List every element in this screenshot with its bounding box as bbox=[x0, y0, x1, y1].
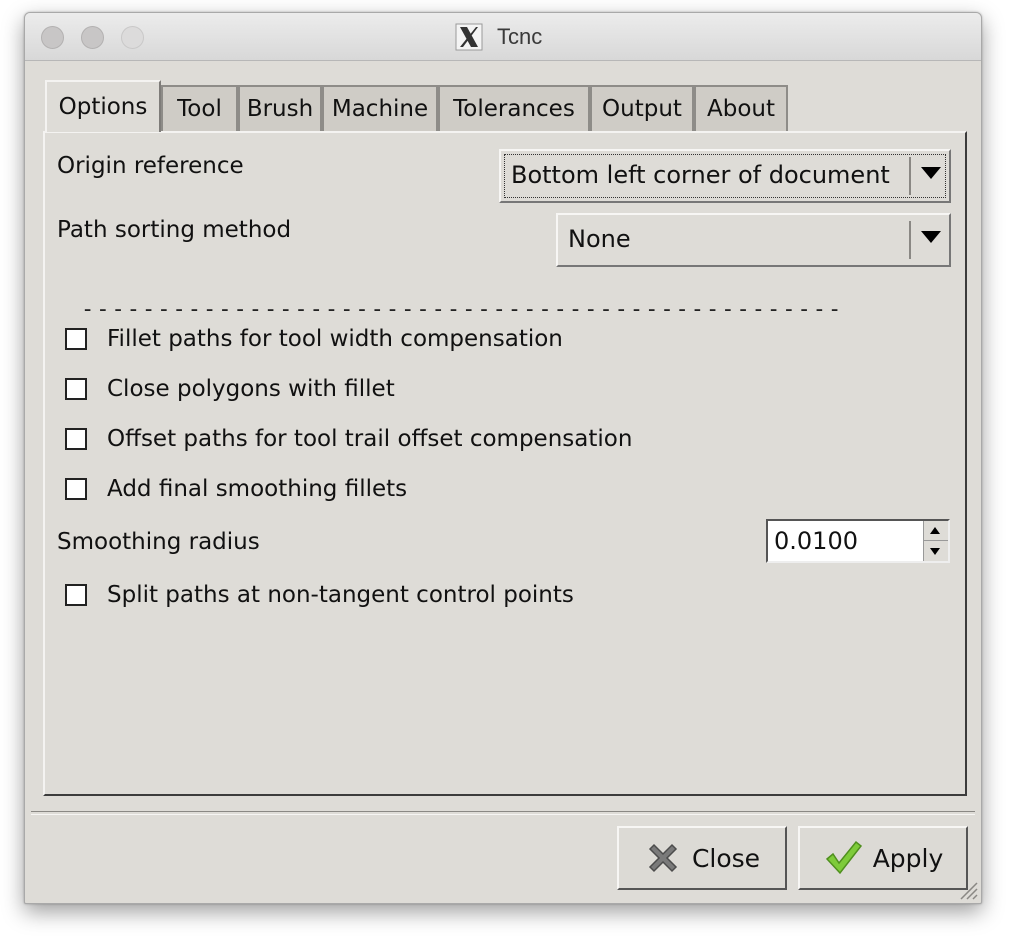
minimize-window-button[interactable] bbox=[81, 26, 104, 49]
tab-options[interactable]: Options bbox=[45, 80, 161, 132]
window-title-group: Tcnc bbox=[455, 23, 542, 51]
path-sorting-combo[interactable]: None bbox=[556, 213, 951, 267]
offset-paths-row[interactable]: Offset paths for tool trail offset compe… bbox=[65, 422, 632, 456]
checkmark-icon bbox=[825, 840, 862, 875]
origin-reference-value: Bottom left corner of document bbox=[511, 161, 890, 189]
title-bar[interactable]: Tcnc bbox=[25, 13, 981, 61]
close-button-label: Close bbox=[691, 843, 761, 873]
smoothing-fillets-row[interactable]: Add final smoothing fillets bbox=[65, 472, 407, 506]
close-polygons-row[interactable]: Close polygons with fillet bbox=[65, 372, 395, 406]
chevron-down-icon bbox=[921, 231, 941, 243]
window-title: Tcnc bbox=[497, 24, 543, 49]
tab-label: Output bbox=[602, 96, 682, 122]
tab-brush[interactable]: Brush bbox=[238, 85, 322, 131]
dashed-separator: ----------------------------------------… bbox=[81, 297, 844, 322]
split-paths-checkbox[interactable] bbox=[65, 584, 87, 606]
close-polygons-checkbox[interactable] bbox=[65, 378, 87, 400]
split-paths-label[interactable]: Split paths at non-tangent control point… bbox=[107, 582, 574, 608]
tab-machine[interactable]: Machine bbox=[322, 85, 438, 131]
tab-label: Brush bbox=[246, 96, 314, 122]
offset-paths-checkbox[interactable] bbox=[65, 428, 87, 450]
close-button[interactable]: Close bbox=[617, 826, 787, 890]
tab-output[interactable]: Output bbox=[590, 85, 694, 131]
spin-divider bbox=[924, 540, 948, 541]
split-paths-row[interactable]: Split paths at non-tangent control point… bbox=[65, 578, 574, 612]
close-window-button[interactable] bbox=[41, 26, 64, 49]
fillet-paths-row[interactable]: Fillet paths for tool width compensation bbox=[65, 322, 563, 356]
x11-icon bbox=[455, 23, 483, 51]
chevron-down-icon bbox=[921, 167, 941, 179]
smoothing-fillets-checkbox[interactable] bbox=[65, 478, 87, 500]
zoom-window-button[interactable] bbox=[121, 26, 144, 49]
button-area-separator bbox=[31, 811, 975, 815]
tab-label: Machine bbox=[331, 96, 429, 122]
tab-label: Tolerances bbox=[453, 96, 575, 122]
fillet-paths-label[interactable]: Fillet paths for tool width compensation bbox=[107, 326, 563, 352]
options-panel: Origin reference Bottom left corner of d… bbox=[43, 131, 967, 796]
apply-button[interactable]: Apply bbox=[798, 826, 968, 890]
apply-button-label: Apply bbox=[872, 843, 944, 873]
combo-separator bbox=[909, 157, 911, 195]
smoothing-radius-value[interactable]: 0.0100 bbox=[774, 527, 858, 555]
smoothing-radius-spinbox[interactable]: 0.0100 bbox=[766, 519, 950, 563]
tab-tool[interactable]: Tool bbox=[161, 85, 238, 131]
spin-down-icon[interactable] bbox=[930, 548, 940, 555]
offset-paths-label[interactable]: Offset paths for tool trail offset compe… bbox=[107, 426, 632, 452]
origin-reference-combo[interactable]: Bottom left corner of document bbox=[499, 149, 951, 203]
tab-about[interactable]: About bbox=[694, 85, 788, 131]
path-sorting-label: Path sorting method bbox=[57, 217, 292, 243]
tab-label: Options bbox=[58, 94, 148, 120]
smoothing-fillets-label[interactable]: Add final smoothing fillets bbox=[107, 476, 407, 502]
combo-separator bbox=[909, 221, 911, 259]
close-polygons-label[interactable]: Close polygons with fillet bbox=[107, 376, 395, 402]
path-sorting-value: None bbox=[568, 225, 631, 253]
origin-reference-label: Origin reference bbox=[57, 153, 244, 179]
spin-buttons bbox=[923, 521, 948, 561]
spin-up-icon[interactable] bbox=[930, 527, 940, 534]
tab-tolerances[interactable]: Tolerances bbox=[438, 85, 590, 131]
fillet-paths-checkbox[interactable] bbox=[65, 328, 87, 350]
smoothing-radius-label: Smoothing radius bbox=[57, 529, 260, 555]
dialog-window: Tcnc Options Tool Brush Machine Toleranc… bbox=[24, 12, 982, 904]
close-icon bbox=[648, 843, 677, 873]
tab-label: About bbox=[706, 96, 775, 122]
resize-grip-icon[interactable] bbox=[955, 877, 979, 901]
tab-label: Tool bbox=[177, 96, 222, 122]
